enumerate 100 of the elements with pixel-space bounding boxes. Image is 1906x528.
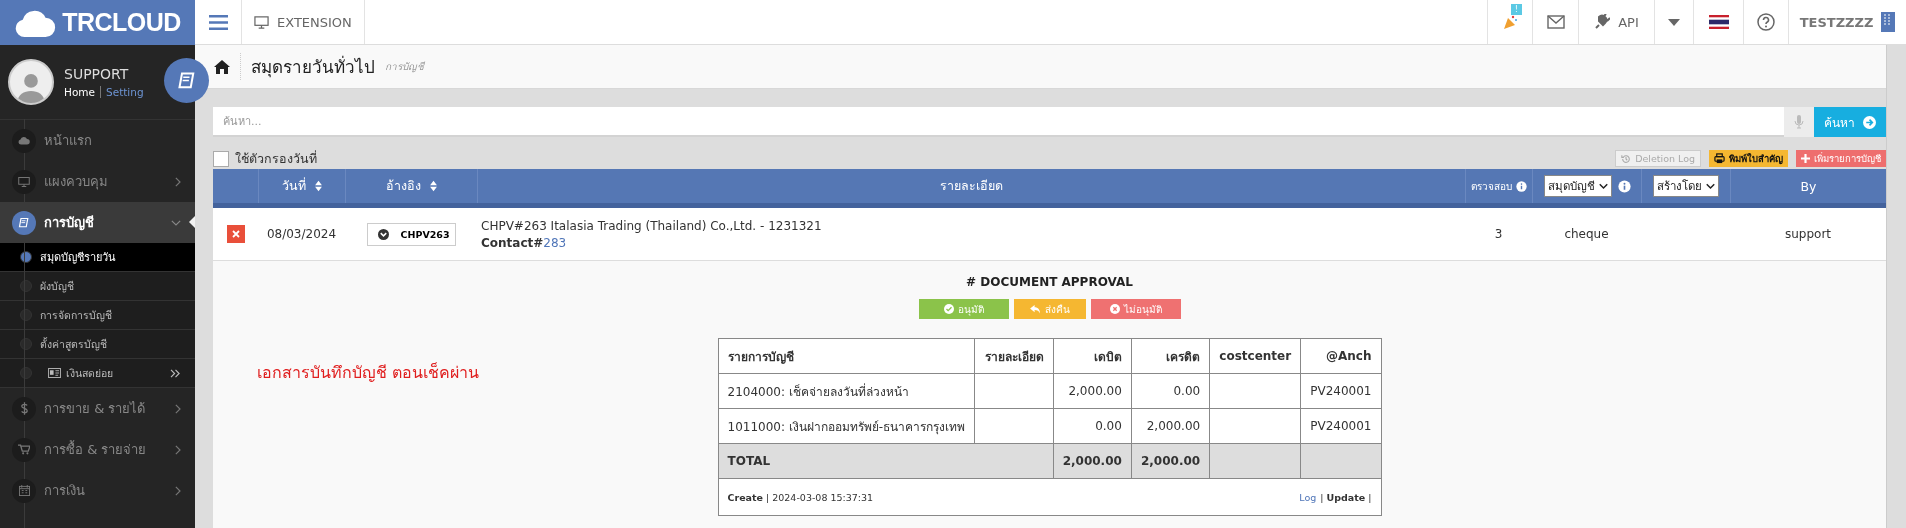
home-icon (214, 59, 230, 74)
table-cell: 08/03/2024 (266, 227, 337, 241)
help-icon (1757, 13, 1775, 31)
column-header[interactable]: อ้างอิง (385, 176, 421, 196)
submenu-item[interactable]: ผังบัญชี (0, 272, 195, 301)
user-button[interactable]: TESTZZZZ (1788, 0, 1906, 44)
id-card-icon (48, 368, 61, 378)
column-header: รายการบัญชี (718, 338, 975, 374)
total-credit: 2,000.00 (1140, 454, 1201, 468)
printer-icon (1714, 153, 1725, 164)
total-debit: 2,000.00 (1062, 454, 1122, 468)
chevron-down-icon (1706, 182, 1715, 190)
column-header: เดบิต (1053, 338, 1132, 374)
table-cell: PV240001 (1310, 384, 1372, 398)
menu-item[interactable]: หน้าแรก (0, 120, 195, 161)
cart-icon (18, 444, 30, 455)
search-button[interactable]: ค้นหา (1814, 107, 1886, 137)
double-chevron-icon (170, 368, 181, 378)
table-cell: 1011000: เงินฝากออมทรัพย์-ธนาคารกรุงเทพ (727, 419, 966, 434)
contact-text: Contact#283 (481, 235, 567, 250)
extension-button[interactable]: EXTENSION (242, 0, 365, 44)
cloud-icon (14, 8, 57, 37)
sort-icon (313, 180, 323, 192)
update-link[interactable]: | Update | (1320, 491, 1372, 503)
chevron-down-icon (1598, 182, 1608, 190)
table-cell: 0.00 (1173, 384, 1201, 398)
breadcrumb: การบัญชี (385, 60, 424, 74)
table-cell: cheque (1564, 227, 1609, 241)
total-label: TOTAL (727, 454, 771, 468)
add-entry-button[interactable]: เพิ่มรายการบัญชี (1796, 150, 1886, 167)
building-icon (1881, 12, 1896, 32)
reply-arrow-icon (1029, 304, 1041, 314)
book-select[interactable]: สมุดบัญชี (1543, 175, 1612, 197)
submenu-item[interactable]: การจัดการบัญชี (0, 301, 195, 330)
api-button[interactable]: API (1578, 0, 1654, 44)
menu-item[interactable]: การเงิน (0, 470, 195, 511)
chevron-right-icon (174, 444, 181, 455)
monitor-icon (18, 175, 30, 188)
contact-link[interactable]: 283 (543, 235, 567, 250)
submenu-item[interactable]: เงินสดย่อย (0, 359, 195, 388)
column-header: เครดิต (1131, 338, 1210, 374)
dollar-icon (19, 402, 29, 415)
column-header: @Anch (1300, 338, 1381, 374)
caret-down-icon (1668, 18, 1680, 26)
page-title: สมุดรายวันทั่วไป (240, 53, 375, 80)
chevron-right-icon (174, 403, 181, 414)
history-icon (1621, 153, 1632, 164)
created-timestamp: Create | 2024-03-08 15:37:31 (727, 491, 874, 503)
print-button[interactable]: พิมพ์ใบสำคัญ (1709, 150, 1788, 167)
checkbox[interactable] (213, 151, 229, 167)
cloud-icon (18, 136, 30, 145)
reference-button[interactable]: CHPV263 (366, 222, 456, 246)
table-cell: support (1784, 227, 1832, 241)
plus-icon (1801, 154, 1810, 163)
menu-item[interactable]: การขาย & รายได้ (0, 388, 195, 429)
microphone-icon (1794, 115, 1804, 129)
table-cell: 2,000.00 (1146, 419, 1201, 433)
calendar-icon (18, 485, 30, 496)
column-header: รายละเอียด (974, 338, 1054, 374)
book-icon (176, 70, 197, 91)
search-field[interactable]: ค้นหา... (213, 107, 1784, 137)
column-header: costcenter (1209, 338, 1301, 374)
monitor-icon (254, 14, 269, 30)
table-cell: PV240001 (1310, 419, 1372, 433)
book-icon (18, 216, 30, 229)
party-popper-icon (1502, 14, 1518, 30)
delete-button[interactable] (226, 225, 245, 243)
table-cell: 3 (1494, 227, 1503, 241)
date-filter-label: ใช้ตัวกรองวันที่ (235, 149, 317, 168)
submenu-item[interactable]: ตั้งค่าสูตรบัญชี (0, 330, 195, 359)
chevron-right-icon (174, 485, 181, 496)
table-cell: 2,000.00 (1068, 384, 1122, 398)
column-header: ตรวจสอบ (1471, 179, 1512, 194)
submenu-item[interactable]: สมุดบัญชีรายวัน (0, 243, 195, 272)
plug-icon (1594, 14, 1611, 30)
approval-title: # DOCUMENT APPROVAL (966, 275, 1133, 289)
info-icon (1617, 179, 1631, 193)
document-note: เอกสารบันทึกบัญชี ตอนเช็คผ่าน (256, 361, 481, 384)
menu-item[interactable]: การซื้อ & รายจ่าย (0, 429, 195, 470)
setting-link[interactable]: Setting (100, 86, 144, 98)
reject-button[interactable]: ไม่อนุมัติ (1090, 299, 1181, 319)
sort-icon (428, 180, 438, 192)
info-icon (1516, 180, 1527, 192)
x-circle-icon (1109, 304, 1120, 314)
table-cell: 0.00 (1095, 419, 1122, 433)
menu-item[interactable]: แผงควบคุม (0, 161, 195, 202)
creator-select[interactable]: สร้างโดย (1653, 175, 1719, 197)
column-header[interactable]: วันที่ (281, 176, 306, 196)
profile-name: SUPPORT (64, 66, 130, 82)
chevron-circle-icon (377, 228, 389, 240)
log-link[interactable]: Log (1299, 491, 1317, 503)
journal-button[interactable] (164, 58, 209, 103)
menu-icon (208, 14, 228, 30)
chevron-down-icon (171, 219, 181, 226)
notification-badge: ! (1510, 4, 1522, 15)
mail-icon (1546, 15, 1565, 29)
table-cell: CHPV#263 Italasia Trading (Thailand) Co.,Ltd. - 1231321 (481, 218, 822, 233)
logo-text: TRCLOUD (62, 8, 181, 37)
home-link[interactable]: Home (64, 86, 95, 98)
menu-item[interactable]: การบัญชี (0, 202, 195, 243)
